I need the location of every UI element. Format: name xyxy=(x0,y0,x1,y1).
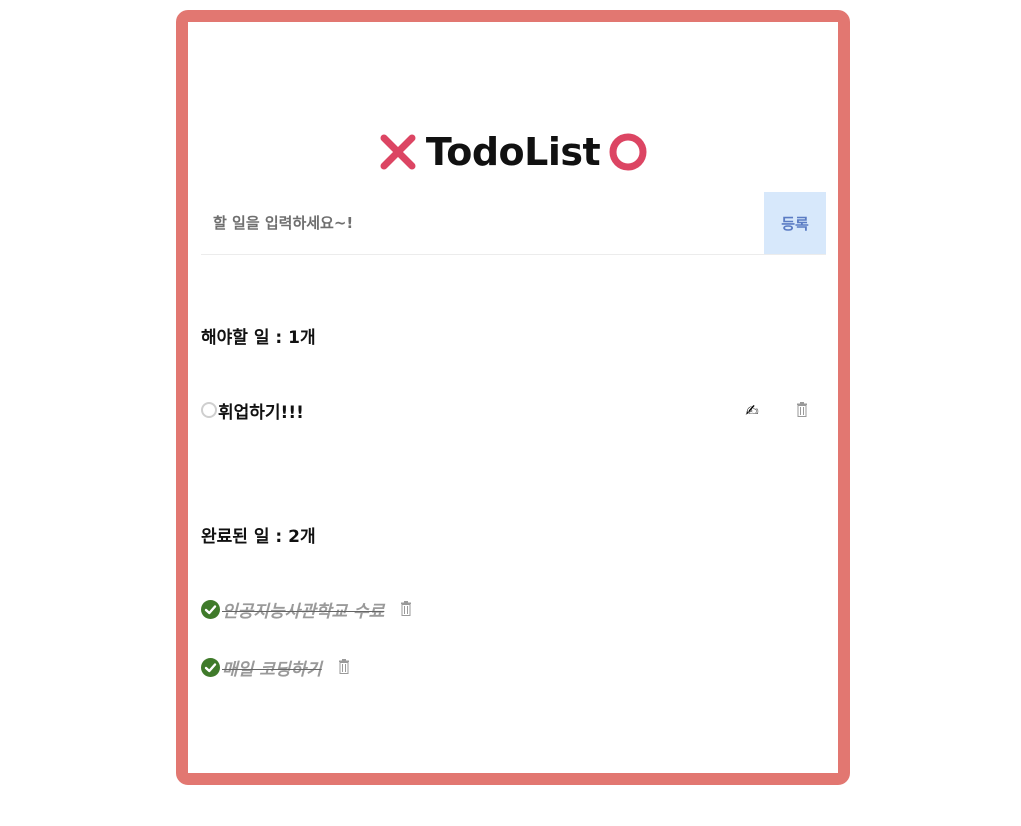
app-title: TodoList xyxy=(425,130,601,174)
done-item: 인공지능사관학교 수료 xyxy=(201,596,826,622)
done-item-text: 매일 코딩하기 xyxy=(222,659,322,680)
todo-card: TodoList 등록 해야할 일 : 1개 휘업하기!!! ✍ 완료된 일 :… xyxy=(176,10,850,785)
todo-input-row: 등록 xyxy=(201,192,826,255)
incomplete-checkbox[interactable] xyxy=(201,402,217,418)
circle-o-icon xyxy=(608,132,648,172)
writing-hand-icon[interactable]: ✍ xyxy=(742,401,762,420)
todo-count-heading: 해야할 일 : 1개 xyxy=(201,328,316,348)
app-header: TodoList xyxy=(188,130,838,174)
done-item-text: 인공지능사관학교 수료 xyxy=(222,601,385,622)
todo-item-text: 휘업하기!!! xyxy=(218,402,304,423)
trash-icon[interactable] xyxy=(338,659,352,675)
todo-item: 휘업하기!!! ✍ xyxy=(201,397,826,423)
add-button[interactable]: 등록 xyxy=(764,192,826,254)
todo-input[interactable] xyxy=(201,192,764,254)
done-count-heading: 완료된 일 : 2개 xyxy=(201,527,316,547)
check-circle-icon[interactable] xyxy=(201,599,220,619)
trash-icon[interactable] xyxy=(796,402,810,418)
x-mark-icon xyxy=(378,132,418,172)
trash-icon[interactable] xyxy=(400,601,414,617)
check-circle-icon[interactable] xyxy=(201,657,220,677)
done-item: 매일 코딩하기 xyxy=(201,654,826,680)
